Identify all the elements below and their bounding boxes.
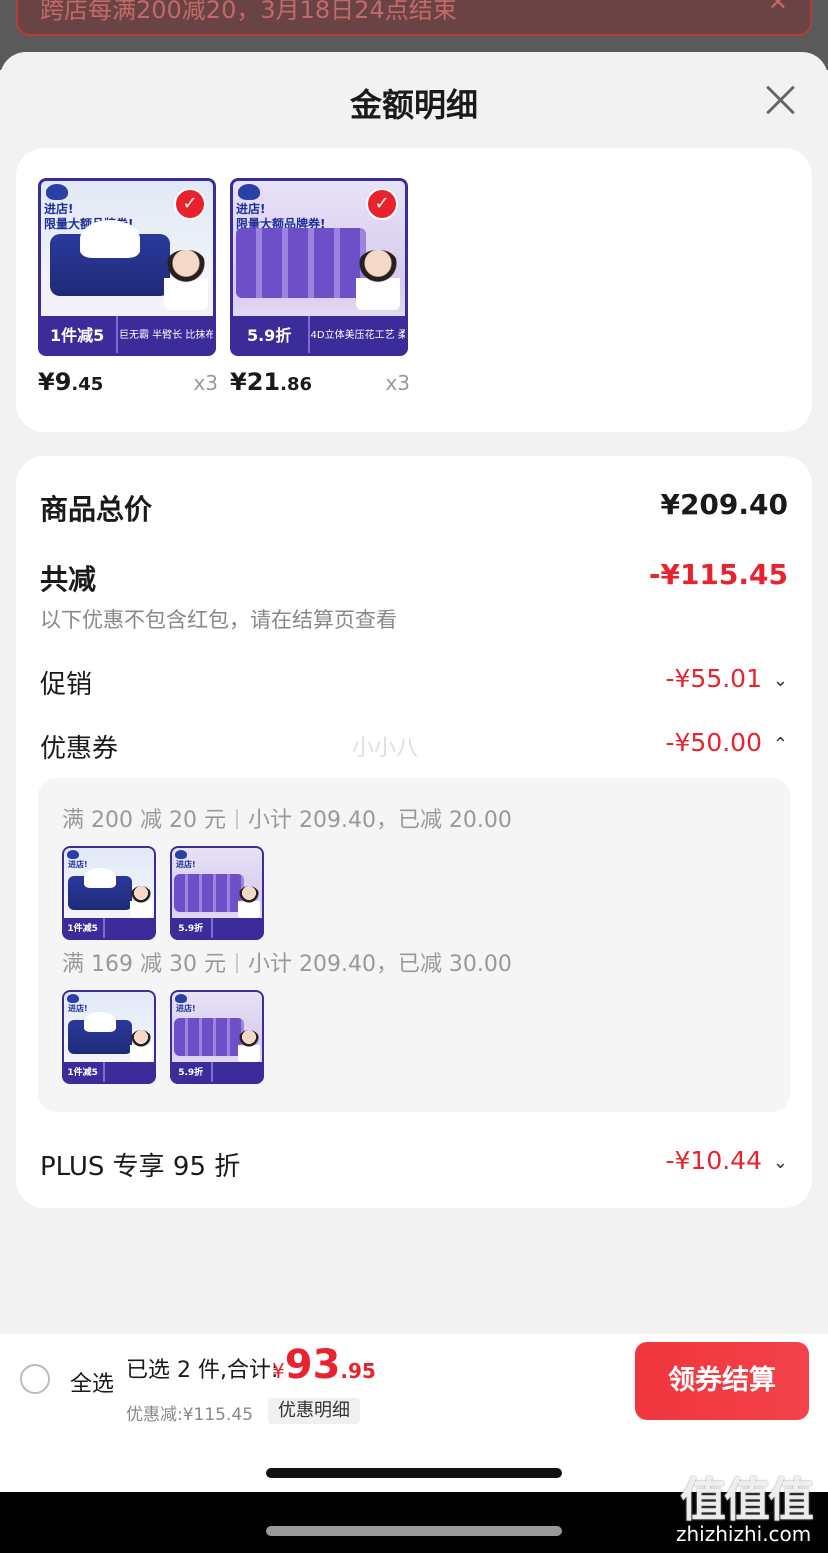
watermark-text: 小小八 [352, 736, 419, 761]
reduce-note-row: 以下优惠不包含红包，请在结算页查看 [40, 604, 788, 634]
image-frame [62, 846, 156, 940]
promo-banner-close-icon[interactable]: ✕ [768, 0, 788, 16]
price-integer: ¥9 [38, 368, 72, 396]
sheet-title: 金额明细 [349, 86, 478, 124]
chevron-down-icon[interactable]: ⌄ [773, 1146, 788, 1180]
promo-banner-text: 跨店每满200减20，3月18日24点结束 [40, 0, 457, 24]
product-item[interactable]: 进店!限量大额品牌券! 1件减5 巨无霸 半臂长 比抹布更好用 ✓ ¥9.45 … [38, 178, 218, 396]
secondary-home-indicator [266, 1526, 562, 1536]
image-frame [170, 846, 264, 940]
site-watermark-logo: 值值值 [680, 1473, 814, 1527]
reduce-note: 以下优惠不包含红包，请在结算页查看 [40, 608, 397, 632]
coupon-detail: 小计 209.40，已减 30.00 [247, 952, 512, 977]
total-reduce-row: 共减 -¥115.45 [40, 558, 788, 598]
divider [235, 809, 238, 829]
close-icon[interactable] [760, 80, 800, 120]
product-price: ¥21.86 [230, 368, 312, 396]
checkout-button[interactable]: 领券结算 [635, 1342, 809, 1420]
coupon-product-thumb: 进店! 1件减5 [62, 990, 156, 1084]
amount-detail-sheet: 金额明细 进店!限量大额品牌券! 1件减5 巨无霸 半臂长 比抹布更好用 ✓ ¥… [0, 52, 828, 1492]
coupon-detail-box: 满 200 减 20 元小计 209.40，已减 20.00 进店! 1件减5 … [38, 778, 790, 1112]
coupon-product-thumb: 进店! 5.9折 [170, 990, 264, 1084]
product-price: ¥9.45 [38, 368, 103, 396]
checked-icon[interactable]: ✓ [174, 188, 206, 220]
price-summary-card: 商品总价 ¥209.40 共减 -¥115.45 以下优惠不包含红包，请在结算页… [16, 456, 812, 1208]
coupon-value: -¥50.00 [665, 728, 763, 757]
home-indicator[interactable] [266, 1468, 562, 1478]
promo-label: 促销 [40, 670, 93, 700]
select-all-radio[interactable] [20, 1364, 50, 1394]
price-decimal: .45 [71, 374, 104, 395]
site-watermark-url: zhizhizhi.com [676, 1522, 812, 1546]
checkout-bar: 全选 已选 2 件,合计: ¥93.95 优惠减:¥115.45 优惠明细 领券… [0, 1334, 828, 1426]
total-amount: ¥93.95 [272, 1342, 376, 1388]
coupon-product-thumb: 进店! 1件减5 [62, 846, 156, 940]
promo-value: -¥55.01 [665, 664, 763, 693]
product-quantity: x3 [385, 371, 410, 395]
total-decimal: .95 [340, 1359, 376, 1383]
price-integer: ¥21 [230, 368, 281, 396]
coupon-rule: 满 200 减 20 元 [62, 808, 226, 833]
image-frame [62, 990, 156, 1084]
select-all-label[interactable]: 全选 [70, 1366, 114, 1398]
coupon-rule-line: 满 200 减 20 元小计 209.40，已减 20.00 [62, 802, 512, 834]
plus-discount-row[interactable]: PLUS 专享 95 折 -¥10.44 ⌄ [40, 1146, 788, 1182]
plus-discount-value: -¥10.44 [665, 1146, 763, 1175]
total-currency: ¥ [272, 1359, 285, 1383]
promo-banner: 跨店每满200减20，3月18日24点结束 ✕ [16, 0, 812, 36]
discount-text: 优惠减:¥115.45 [126, 1405, 254, 1425]
total-integer: 93 [284, 1342, 341, 1388]
promo-row[interactable]: 促销 -¥55.01 ⌄ [40, 664, 788, 700]
product-item[interactable]: 进店!限量大额品牌券! 5.9折 4D立体美压花工艺 柔软韧嗨 ✓ ¥21.86… [230, 178, 410, 396]
plus-discount-label: PLUS 专享 95 折 [40, 1152, 241, 1182]
total-price-value: ¥209.40 [660, 488, 788, 521]
products-card: 进店!限量大额品牌券! 1件减5 巨无霸 半臂长 比抹布更好用 ✓ ¥9.45 … [16, 148, 812, 432]
total-price-row: 商品总价 ¥209.40 [40, 488, 788, 528]
product-quantity: x3 [193, 371, 218, 395]
total-price-label: 商品总价 [40, 493, 153, 526]
product-image: 进店!限量大额品牌券! 1件减5 巨无霸 半臂长 比抹布更好用 ✓ [38, 178, 216, 356]
coupon-product-thumb: 进店! 5.9折 [170, 846, 264, 940]
discount-detail-button[interactable]: 优惠明细 [268, 1398, 360, 1424]
checked-icon[interactable]: ✓ [366, 188, 398, 220]
total-reduce-label: 共减 [40, 563, 97, 596]
coupon-detail: 小计 209.40，已减 20.00 [247, 808, 512, 833]
divider [235, 953, 238, 973]
selected-count-text: 已选 2 件,合计: [126, 1358, 279, 1383]
chevron-down-icon[interactable]: ⌄ [773, 664, 788, 698]
product-image: 进店!限量大额品牌券! 5.9折 4D立体美压花工艺 柔软韧嗨 ✓ [230, 178, 408, 356]
coupon-rule-line: 满 169 减 30 元小计 209.40，已减 30.00 [62, 946, 512, 978]
price-decimal: .86 [280, 374, 312, 395]
coupon-label: 优惠券 [40, 734, 119, 764]
coupon-rule: 满 169 减 30 元 [62, 952, 226, 977]
image-frame [170, 990, 264, 1084]
total-reduce-value: -¥115.45 [648, 558, 788, 591]
chevron-up-icon[interactable]: ⌃ [773, 728, 788, 762]
